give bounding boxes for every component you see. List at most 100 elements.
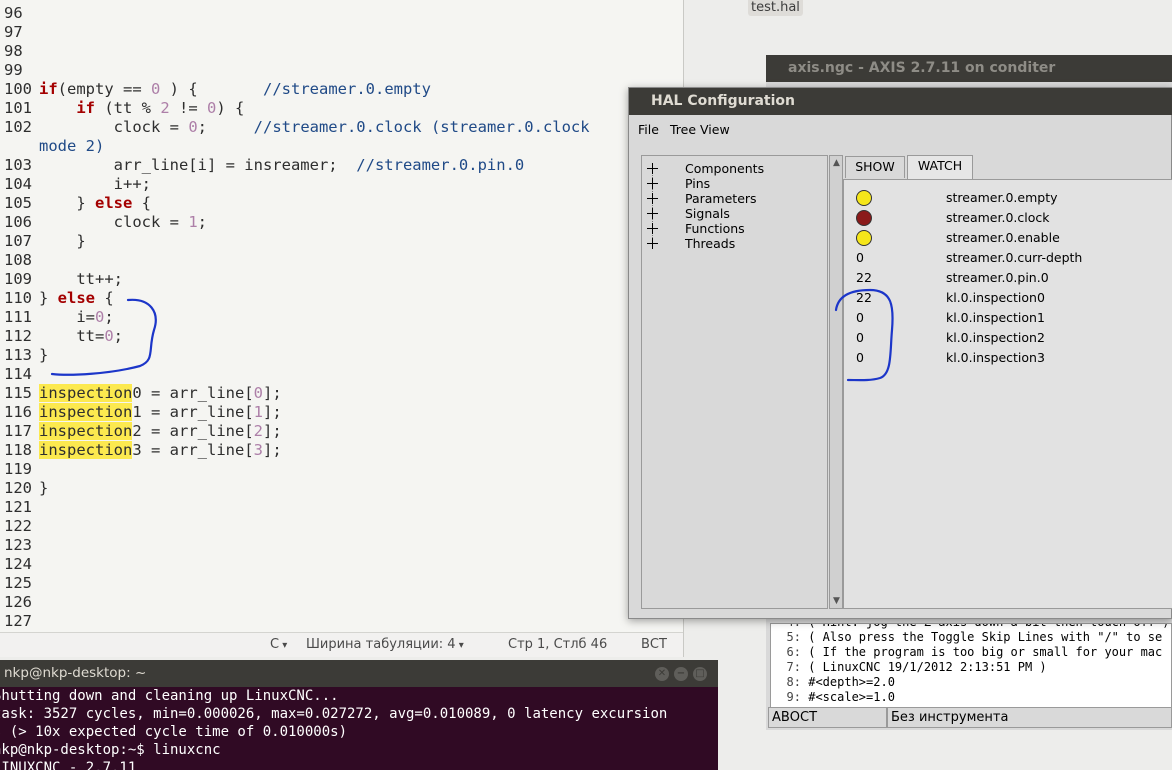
watch-name: streamer.0.clock [946,210,1050,225]
code-line[interactable]: tt++; [39,270,123,289]
hal-tree[interactable]: Components Pins Parameters Signals Funct… [641,155,828,609]
gcode-listing[interactable]: 4: ( Hint: jog the Z axis down a bit the… [770,623,1172,708]
code-line[interactable]: if(empty == 0 ) { //streamer.0.empty [39,80,431,99]
led-indicator-icon [856,190,872,206]
watch-row[interactable]: streamer.0.enable [844,228,1172,248]
scroll-up-icon[interactable]: ▲ [831,157,842,169]
tab-watch[interactable]: WATCH [907,155,973,179]
code-token: (tt % [95,99,161,117]
expand-icon[interactable] [647,223,658,234]
gcode-line[interactable]: 9: #<scale>=1.0 [771,690,1171,705]
code-token: } [39,232,86,250]
editor-statusbar: C Ширина табуляции: 4 Стр 1, Стлб 46 ВСТ [0,632,683,657]
watch-row[interactable]: streamer.0.empty [844,188,1172,208]
code-token: 0 = arr_line[ [132,384,254,402]
gcode-line[interactable]: 6: ( If the program is too big or small … [771,645,1171,660]
code-line[interactable]: } [39,346,48,365]
watch-value: 0 [856,310,864,325]
code-line[interactable]: if (tt % 2 != 0) { [39,99,244,118]
code-token: 1 [253,403,263,421]
tree-scrollbar[interactable]: ▲ ▼ [829,155,843,609]
watch-row[interactable]: 0 kl.0.inspection1 [844,308,1172,328]
code-line[interactable]: } else { [39,194,151,213]
expand-icon[interactable] [647,193,658,204]
watch-value: 22 [856,270,872,285]
estop-status: АВОСТ [768,707,887,728]
code-token: { [95,289,114,307]
hal-configuration-window[interactable]: HAL Configuration File Tree View Compone… [628,87,1172,619]
terminal-output[interactable]: Shutting down and cleaning up LinuxCNC..… [0,687,674,770]
watch-row[interactable]: 0 streamer.0.curr-depth [844,248,1172,268]
code-token: clock = [39,118,189,136]
code-line[interactable]: clock = 0; //streamer.0.clock (streamer.… [39,118,590,137]
watch-row[interactable]: 0 kl.0.inspection3 [844,348,1172,368]
terminal-window[interactable]: nkp@nkp-desktop: ~ ✕ − □ Shutting down a… [0,660,718,770]
line-number: 127 [4,612,32,630]
gcode-line[interactable]: 8: #<depth>=2.0 [771,675,1171,690]
axis-titlebar[interactable]: axis.ngc - AXIS 2.7.11 on conditer [766,55,1172,82]
code-token: i= [39,308,95,326]
tab-show[interactable]: SHOW [845,156,905,178]
watch-row[interactable]: 0 kl.0.inspection2 [844,328,1172,348]
code-line[interactable]: } else { [39,289,114,308]
code-token: } [39,479,49,497]
code-token: inspection [39,441,133,459]
code-line[interactable]: clock = 1; [39,213,207,232]
code-line[interactable]: i=0; [39,308,113,327]
line-number: 104 [4,175,32,193]
code-token: ]; [263,441,282,459]
code-token: inspection [39,422,133,440]
gcode-line[interactable]: 4: ( Hint: jog the Z axis down a bit the… [771,624,1171,630]
code-line[interactable]: } [39,479,48,498]
menu-file[interactable]: File [638,122,659,137]
line-number: 122 [4,517,32,535]
code-line[interactable]: } [39,232,86,251]
code-line[interactable]: mode 2) [39,137,104,156]
code-line[interactable]: inspection3 = arr_line[3]; [39,441,282,460]
tab-width-selector[interactable]: Ширина табуляции: 4 [306,637,464,652]
line-number: 117 [4,422,32,440]
gcode-line[interactable]: 5: ( Also press the Toggle Skip Lines wi… [771,630,1171,645]
watch-panel[interactable]: streamer.0.empty streamer.0.clock streamer… [843,179,1172,609]
language-selector[interactable]: C [270,637,287,652]
code-token: 0 [253,384,263,402]
line-number: 125 [4,574,32,592]
watch-row[interactable]: streamer.0.clock [844,208,1172,228]
expand-icon[interactable] [647,163,658,174]
watch-name: streamer.0.curr-depth [946,250,1083,265]
code-token: ]; [263,403,282,421]
cursor-position: Стр 1, Стлб 46 [508,637,608,652]
line-number: 108 [4,251,32,269]
menu-tree-view[interactable]: Tree View [670,122,730,137]
code-line[interactable]: arr_line[i] = insreamer; //streamer.0.pi… [39,156,525,175]
led-indicator-icon [856,210,872,226]
expand-icon[interactable] [647,208,658,219]
hal-titlebar[interactable]: HAL Configuration [629,88,1172,115]
code-token: else [57,289,95,307]
scroll-down-icon[interactable]: ▼ [831,595,842,607]
code-token: ; [197,118,254,136]
code-line[interactable]: inspection2 = arr_line[2]; [39,422,282,441]
code-token: 1 = arr_line[ [132,403,254,421]
watch-row[interactable]: 22 streamer.0.pin.0 [844,268,1172,288]
minimize-icon[interactable]: − [674,667,688,681]
code-line[interactable]: i++; [39,175,151,194]
gcode-line[interactable]: 7: ( LinuxCNC 19/1/2012 2:13:51 PM ) [771,660,1171,675]
terminal-line: nkp@nkp-desktop:~$ linuxcnc [0,742,221,758]
code-line[interactable]: inspection0 = arr_line[0]; [39,384,282,403]
insert-mode[interactable]: ВСТ [641,637,667,652]
file-tab-test-hal[interactable]: test.hal [748,0,803,16]
watch-name: kl.0.inspection0 [946,290,1045,305]
terminal-line: task: 3527 cycles, min=0.000026, max=0.0… [0,706,668,722]
expand-icon[interactable] [647,178,658,189]
code-line[interactable]: tt=0; [39,327,123,346]
terminal-titlebar[interactable]: nkp@nkp-desktop: ~ ✕ − □ [0,660,718,687]
maximize-icon[interactable]: □ [693,667,707,681]
expand-icon[interactable] [647,238,658,249]
code-line[interactable]: inspection1 = arr_line[1]; [39,403,282,422]
watch-row[interactable]: 22 kl.0.inspection0 [844,288,1172,308]
code-editor[interactable]: 96 97 98 99 100 if(empty == 0 ) { //streamer.… [0,0,684,657]
close-icon[interactable]: ✕ [655,667,669,681]
line-number: 97 [4,23,23,41]
code-token: arr_line[i] = insreamer; [39,156,357,174]
